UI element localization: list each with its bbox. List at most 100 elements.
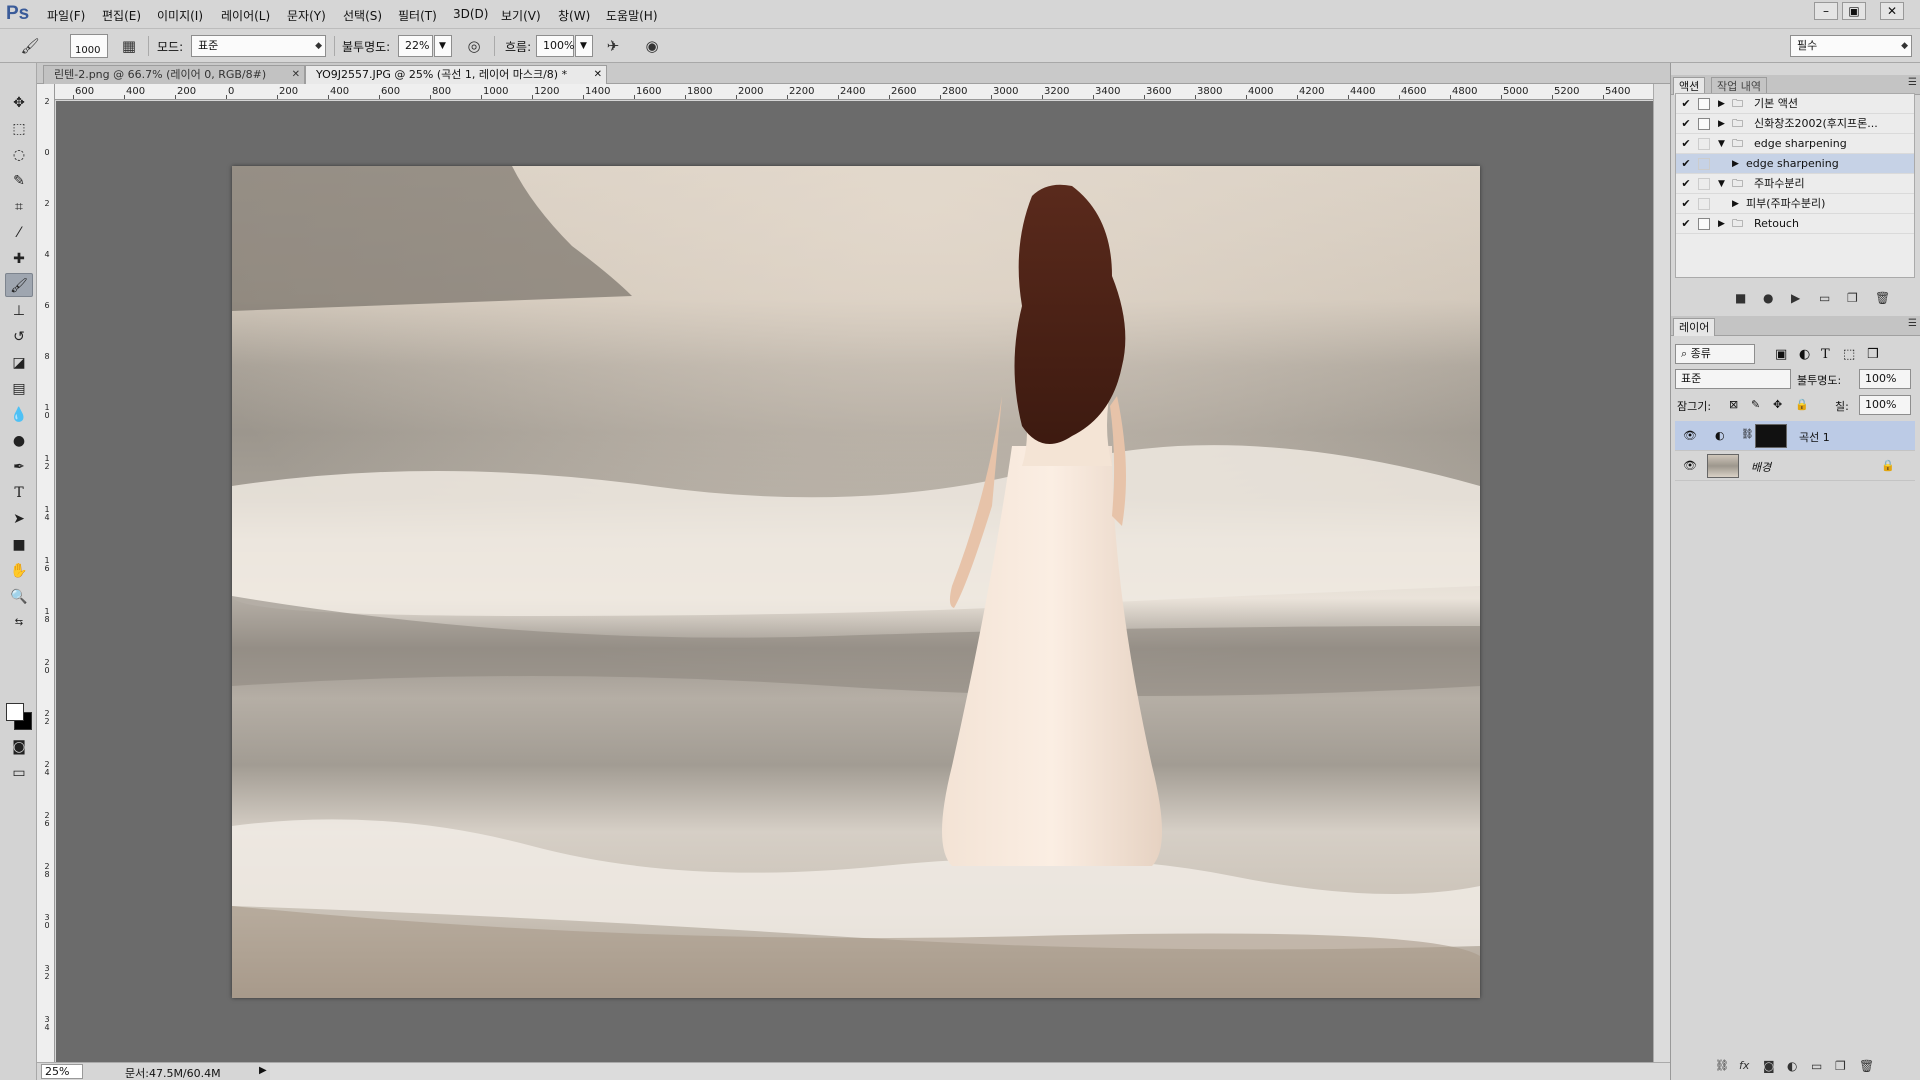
panel-menu-icon[interactable]: ☰ xyxy=(1908,318,1917,329)
triangle-down-icon[interactable]: ▼ xyxy=(1718,174,1725,194)
check-icon[interactable]: ✔ xyxy=(1680,154,1692,174)
brush-panel-toggle-icon[interactable]: ▦ xyxy=(117,35,141,57)
trash-icon[interactable]: 🗑 xyxy=(1859,1059,1874,1073)
new-layer-icon[interactable]: ❐ xyxy=(1835,1059,1846,1073)
pressure-opacity-icon[interactable]: ◎ xyxy=(462,35,486,57)
adjustment-layer-icon[interactable]: ◐ xyxy=(1787,1059,1797,1073)
menu-select[interactable]: 선택(S) xyxy=(343,7,382,24)
filter-smart-object-icon[interactable]: ❒ xyxy=(1867,347,1879,362)
menu-layer[interactable]: 레이어(L) xyxy=(221,7,270,24)
filter-pixel-icon[interactable]: ▣ xyxy=(1775,347,1787,362)
check-icon[interactable]: ✔ xyxy=(1680,194,1692,214)
path-select-tool-icon[interactable]: ➤ xyxy=(5,507,33,531)
dialog-toggle[interactable] xyxy=(1698,118,1710,130)
action-item[interactable]: ✔ ▶ 🗀 기본 액션 xyxy=(1676,94,1914,114)
move-tool-icon[interactable]: ✥ xyxy=(5,91,33,115)
lock-position-icon[interactable]: ✥ xyxy=(1773,398,1782,411)
opacity-input[interactable]: 22% xyxy=(398,35,433,57)
dialog-toggle[interactable] xyxy=(1698,98,1710,110)
tab-document-2[interactable]: YO9J2557.JPG @ 25% (곡선 1, 레이어 마스크/8) * ✕ xyxy=(305,65,607,84)
check-icon[interactable]: ✔ xyxy=(1680,174,1692,194)
fx-icon[interactable]: fx xyxy=(1739,1059,1749,1072)
screen-mode-icon[interactable]: ▭ xyxy=(5,761,33,785)
dialog-toggle[interactable] xyxy=(1698,218,1710,230)
marquee-tool-icon[interactable]: ⬚ xyxy=(5,117,33,141)
pressure-size-icon[interactable]: ◉ xyxy=(640,35,664,57)
triangle-right-icon[interactable]: ▶ xyxy=(1732,194,1739,214)
airbrush-icon[interactable]: ✈ xyxy=(601,35,625,57)
fill-input[interactable]: 100% xyxy=(1859,395,1911,415)
lock-transparent-icon[interactable]: ⊠ xyxy=(1729,398,1738,411)
add-mask-icon[interactable]: ◙ xyxy=(1763,1059,1775,1073)
menu-3d[interactable]: 3D(D) xyxy=(453,7,488,21)
action-item[interactable]: ✔ ▶ 🗀 Retouch xyxy=(1676,214,1914,234)
hand-tool-icon[interactable]: ✋ xyxy=(5,559,33,583)
clone-stamp-tool-icon[interactable]: ⊥ xyxy=(5,299,33,323)
layer-filter-dropdown[interactable]: ⌕ 종류 xyxy=(1675,344,1755,364)
swap-colors-icon[interactable]: ⇆ xyxy=(5,615,33,631)
menu-file[interactable]: 파일(F) xyxy=(47,7,85,24)
record-icon[interactable]: ● xyxy=(1763,291,1773,305)
zoom-tool-icon[interactable]: 🔍 xyxy=(5,585,33,609)
lock-all-icon[interactable]: 🔒 xyxy=(1795,398,1809,411)
eraser-tool-icon[interactable]: ◪ xyxy=(5,351,33,375)
brush-tool-icon[interactable]: 🖌 xyxy=(5,273,33,297)
tab-document-1[interactable]: 린텐-2.png @ 66.7% (레이어 0, RGB/8#) ✕ xyxy=(43,65,305,84)
type-tool-icon[interactable]: T xyxy=(5,481,33,505)
filter-shape-icon[interactable]: ⬚ xyxy=(1843,347,1855,362)
gradient-tool-icon[interactable]: ▤ xyxy=(5,377,33,401)
dialog-toggle[interactable] xyxy=(1698,198,1710,210)
layer-name[interactable]: 배경 xyxy=(1751,459,1771,475)
panel-menu-icon[interactable]: ☰ xyxy=(1908,77,1917,88)
eye-icon[interactable]: 👁 xyxy=(1683,459,1697,472)
filter-type-icon[interactable]: T xyxy=(1821,347,1830,362)
filter-adjustment-icon[interactable]: ◐ xyxy=(1799,347,1810,362)
new-action-icon[interactable]: ❐ xyxy=(1847,291,1858,305)
lasso-tool-icon[interactable]: ◌ xyxy=(5,143,33,167)
menu-image[interactable]: 이미지(I) xyxy=(157,7,203,24)
dodge-tool-icon[interactable]: ● xyxy=(5,429,33,453)
quick-mask-icon[interactable]: ◙ xyxy=(5,735,33,759)
blend-mode-dropdown[interactable]: 표준 xyxy=(1675,369,1791,389)
close-icon[interactable]: ✕ xyxy=(292,66,300,84)
link-icon[interactable]: ⛓ xyxy=(1741,429,1754,440)
menu-window[interactable]: 창(W) xyxy=(558,7,590,24)
play-icon[interactable]: ▶ xyxy=(1791,291,1800,305)
healing-brush-tool-icon[interactable]: ✚ xyxy=(5,247,33,271)
mode-dropdown[interactable]: 표준 ◆ xyxy=(191,35,326,57)
stop-icon[interactable]: ■ xyxy=(1735,291,1746,305)
zoom-level-input[interactable]: 25% xyxy=(41,1064,83,1079)
menu-help[interactable]: 도움말(H) xyxy=(606,7,658,24)
layer-mask-thumbnail[interactable] xyxy=(1755,424,1787,448)
dialog-toggle[interactable] xyxy=(1698,158,1710,170)
layer-name[interactable]: 곡선 1 xyxy=(1799,429,1830,445)
restore-button[interactable]: ▣ xyxy=(1842,2,1866,20)
brush-tool-preset-icon[interactable]: 🖌 xyxy=(18,35,42,57)
rectangle-tool-icon[interactable]: ■ xyxy=(5,533,33,557)
action-item[interactable]: ✔ ▶ 피부(주파수분리) xyxy=(1676,194,1914,214)
action-item[interactable]: ✔ ▼ 🗀 edge sharpening xyxy=(1676,134,1914,154)
flow-slider-toggle[interactable]: ▼ xyxy=(575,35,593,57)
menu-edit[interactable]: 편집(E) xyxy=(102,7,141,24)
check-icon[interactable]: ✔ xyxy=(1680,94,1692,114)
close-window-button[interactable]: ✕ xyxy=(1880,2,1904,20)
crop-tool-icon[interactable]: ⌗ xyxy=(5,195,33,219)
eye-icon[interactable]: 👁 xyxy=(1683,429,1697,442)
minimize-button[interactable]: – xyxy=(1814,2,1838,20)
check-icon[interactable]: ✔ xyxy=(1680,134,1692,154)
layer-opacity-input[interactable]: 100% xyxy=(1859,369,1911,389)
menu-filter[interactable]: 필터(T) xyxy=(398,7,437,24)
action-item[interactable]: ✔ ▶ edge sharpening xyxy=(1676,154,1914,174)
triangle-right-icon[interactable]: ▶ xyxy=(1718,94,1725,114)
check-icon[interactable]: ✔ xyxy=(1680,114,1692,134)
layer-row-background[interactable]: 👁 배경 🔒 xyxy=(1675,451,1915,481)
horizontal-scrollbar[interactable] xyxy=(270,1062,1670,1080)
history-brush-tool-icon[interactable]: ↺ xyxy=(5,325,33,349)
new-group-icon[interactable]: ▭ xyxy=(1811,1059,1822,1073)
triangle-right-icon[interactable]: ▶ xyxy=(1718,214,1725,234)
vertical-scrollbar[interactable] xyxy=(1653,84,1670,1062)
menu-type[interactable]: 문자(Y) xyxy=(287,7,326,24)
flow-input[interactable]: 100% xyxy=(536,35,574,57)
lock-image-icon[interactable]: ✎ xyxy=(1751,398,1760,411)
menu-view[interactable]: 보기(V) xyxy=(501,7,541,24)
